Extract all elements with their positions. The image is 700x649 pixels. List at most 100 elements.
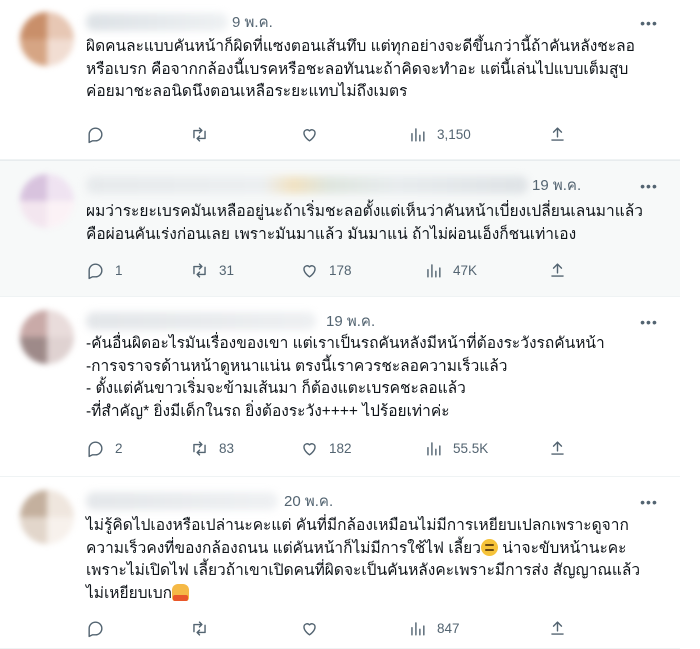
retweet-button[interactable] — [190, 619, 209, 638]
views-icon — [411, 621, 425, 636]
views-count: 3,150 — [437, 126, 471, 142]
tweet-line: คือผ่อนคันเร่งก่อนเลย เพราะมันมาแล้ว มัน… — [86, 225, 577, 243]
action-bar: 1 31 178 47K — [86, 260, 666, 280]
share-icon — [551, 126, 564, 141]
author-name-redacted — [86, 312, 316, 330]
tweet-line: ค่อยมาชะลอนิดนึงตอนเหลือระยะแทบไม่ถึงเมต… — [86, 83, 408, 100]
reply-feed: 9 พ.ค. ••• ผิดคนละแบบคันหน้าก็ผิดที่แซงต… — [0, 0, 700, 649]
more-icon[interactable]: ••• — [640, 14, 658, 32]
action-bar: 847 — [86, 618, 666, 638]
share-button[interactable] — [548, 125, 567, 144]
reply-icon — [88, 620, 103, 637]
tweet-line-part: ความเร็วคงที่ของกล้องถนน แต่คันหน้าก็ไม่… — [86, 539, 481, 557]
like-button[interactable]: 178 — [300, 261, 352, 280]
views-icon — [427, 263, 441, 278]
like-button[interactable] — [300, 619, 319, 638]
avatar[interactable] — [20, 310, 74, 364]
author-name-redacted — [86, 492, 278, 510]
reply-tweet[interactable]: 20 พ.ค. ••• ไม่รู้คิดไปเองหรือเปล่านะคะแ… — [0, 477, 680, 649]
share-icon — [551, 440, 564, 455]
views-button[interactable]: 55.5K — [424, 439, 488, 458]
share-button[interactable] — [548, 439, 567, 458]
reply-tweet[interactable]: 19 พ.ค. ••• ผมว่าระยะเบรคมันเหลืออยู่นะถ… — [0, 160, 680, 297]
like-icon — [303, 264, 316, 278]
like-icon — [303, 622, 316, 636]
author-name-redacted — [86, 176, 528, 194]
reply-icon — [88, 440, 103, 457]
tweet-line: ไม่เหยียบเบก — [86, 583, 666, 606]
views-button[interactable]: 47K — [424, 261, 477, 280]
views-icon — [427, 441, 441, 456]
avatar[interactable] — [20, 490, 74, 544]
share-icon — [551, 262, 564, 277]
tweet-line: เพราะไม่เปิดไฟ เลี้ยวถ้าเขาเปิดคนที่ผิดจ… — [86, 562, 641, 579]
action-bar: 3,150 — [86, 124, 666, 144]
thinking-face-icon — [480, 538, 498, 556]
author-name-redacted — [86, 13, 228, 31]
tweet-date[interactable]: 19 พ.ค. — [326, 309, 375, 333]
more-icon[interactable]: ••• — [640, 177, 658, 195]
like-icon — [303, 442, 316, 456]
tweet-date[interactable]: 19 พ.ค. — [532, 173, 581, 197]
retweet-button[interactable] — [190, 125, 209, 144]
like-count: 178 — [329, 262, 352, 278]
reply-button[interactable]: 2 — [86, 439, 123, 458]
share-icon — [551, 620, 564, 635]
tweet-line: ผิดคนละแบบคันหน้าก็ผิดที่แซงตอนเส้นทึบ แ… — [86, 38, 635, 55]
reply-tweet[interactable]: 9 พ.ค. ••• ผิดคนละแบบคันหน้าก็ผิดที่แซงต… — [0, 0, 680, 160]
tweet-date[interactable]: 20 พ.ค. — [284, 489, 333, 513]
retweet-icon — [193, 440, 206, 456]
tweet-line: ไม่รู้คิดไปเองหรือเปล่านะคะแต่ คันที่มีก… — [86, 517, 629, 534]
like-count: 182 — [329, 440, 352, 456]
like-button[interactable] — [300, 125, 319, 144]
tweet-line: -ที่สำคัญ* ยิ่งมีเด็กในรถ ยิ่งต้องระวัง+… — [86, 402, 450, 420]
reply-count: 1 — [115, 262, 123, 278]
tweet-line: หรือเบรก คือจากกล้องนี้เบรคหรือชะลอทันนะ… — [86, 60, 629, 78]
avatar[interactable] — [20, 174, 74, 228]
reply-icon — [88, 262, 103, 279]
views-button[interactable]: 847 — [408, 619, 460, 638]
retweet-icon — [193, 126, 206, 142]
shrugging-person-icon — [172, 583, 190, 601]
retweet-button[interactable]: 83 — [190, 439, 234, 458]
tweet-line-part: ไม่เหยียบเบก — [86, 584, 173, 602]
retweet-button[interactable]: 31 — [190, 261, 234, 280]
tweet-line: -การจราจรด้านหน้าดูหนาแน่น ตรงนี้เราควรช… — [86, 357, 508, 375]
tweet-header: 20 พ.ค. — [86, 491, 333, 511]
more-icon[interactable]: ••• — [640, 493, 658, 511]
reply-tweet[interactable]: 19 พ.ค. ••• -คันอื่นผิดอะไรมันเรื่องของเ… — [0, 297, 680, 477]
like-button[interactable]: 182 — [300, 439, 352, 458]
tweet-header: 19 พ.ค. — [86, 311, 375, 331]
tweet-line: -คันอื่นผิดอะไรมันเรื่องของเขา แต่เราเป็… — [86, 335, 605, 352]
reply-icon — [88, 126, 103, 143]
tweet-text: ไม่รู้คิดไปเองหรือเปล่านะคะแต่ คันที่มีก… — [86, 515, 666, 605]
views-button[interactable]: 3,150 — [408, 125, 471, 144]
retweet-icon — [193, 620, 206, 636]
views-count: 47K — [453, 262, 478, 278]
reply-button[interactable] — [86, 125, 105, 144]
tweet-text: ผมว่าระยะเบรคมันเหลืออยู่นะถ้าเริ่มชะลอต… — [86, 201, 666, 246]
retweet-icon — [193, 262, 206, 278]
tweet-header: 19 พ.ค. — [86, 175, 581, 195]
tweet-line-part: น่าจะขับหน้านะคะ — [497, 539, 627, 557]
tweet-date[interactable]: 9 พ.ค. — [232, 10, 273, 34]
views-icon — [411, 127, 425, 142]
share-button[interactable] — [548, 261, 567, 280]
more-icon[interactable]: ••• — [640, 313, 658, 331]
tweet-line: ความเร็วคงที่ของกล้องถนน แต่คันหน้าก็ไม่… — [86, 538, 666, 561]
tweet-line: - ตั้งแต่คันขาวเริ่มจะข้ามเส้นมา ก็ต้องแ… — [86, 380, 466, 397]
reply-button[interactable] — [86, 619, 105, 638]
reply-button[interactable]: 1 — [86, 261, 123, 280]
views-count: 55.5K — [453, 440, 489, 456]
retweet-count: 83 — [219, 440, 235, 456]
tweet-header: 9 พ.ค. — [86, 12, 273, 32]
tweet-text: ผิดคนละแบบคันหน้าก็ผิดที่แซงตอนเส้นทึบ แ… — [86, 36, 666, 104]
share-button[interactable] — [548, 619, 567, 638]
avatar[interactable] — [20, 12, 74, 66]
views-count: 847 — [437, 620, 460, 636]
retweet-count: 31 — [219, 262, 235, 278]
tweet-text: -คันอื่นผิดอะไรมันเรื่องของเขา แต่เราเป็… — [86, 333, 666, 423]
like-icon — [303, 128, 316, 142]
tweet-line: ผมว่าระยะเบรคมันเหลืออยู่นะถ้าเริ่มชะลอต… — [86, 203, 643, 220]
action-bar: 2 83 182 55.5K — [86, 438, 666, 458]
